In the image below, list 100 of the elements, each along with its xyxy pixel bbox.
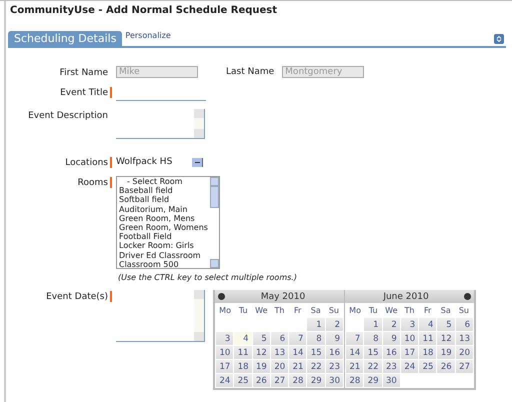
calendar-day[interactable]: 4	[419, 318, 436, 331]
tab[interactable]: Personalize	[122, 31, 174, 46]
weekday-label: Mo	[348, 306, 362, 315]
field-label: Last Name	[226, 67, 274, 77]
calendar-day[interactable]: 5	[252, 332, 270, 345]
weekday-label: Fr	[292, 306, 302, 315]
field-label: Locations	[64, 157, 108, 168]
list-option[interactable]: Football Field	[119, 232, 208, 242]
calendar-day[interactable]: 27	[456, 360, 473, 373]
window-title: CommunityUse - Add Normal Schedule Request	[10, 5, 278, 16]
dropdown-icon[interactable]	[192, 158, 204, 166]
calendar-day[interactable]: 1	[364, 318, 382, 331]
calendar-day[interactable]: 18	[419, 346, 436, 359]
list-option[interactable]: Auditorium, Main	[119, 204, 208, 214]
calendar-day[interactable]: 3	[216, 332, 234, 345]
calendar-day[interactable]: 22	[307, 360, 325, 373]
calendar-day[interactable]: 1	[307, 318, 325, 331]
calendar-day[interactable]: 10	[216, 346, 234, 359]
scroll-thumb[interactable]	[210, 186, 219, 208]
calendar-day[interactable]: 14	[289, 346, 306, 359]
next-month-icon[interactable]	[464, 293, 471, 300]
location-select[interactable]: Wolfpack HS	[116, 156, 506, 167]
tab[interactable]: Scheduling Details	[8, 31, 122, 46]
calendar-day[interactable]: 17	[216, 360, 234, 373]
list-option[interactable]: Classroom 500	[119, 260, 208, 268]
calendar-day[interactable]: 30	[326, 374, 343, 387]
weekday-label: Su	[328, 306, 340, 315]
calendar-day[interactable]: 11	[234, 346, 252, 359]
calendar-day[interactable]: 2	[326, 318, 343, 331]
month-title: June 2010	[382, 292, 430, 302]
field-label: Event Title	[59, 87, 108, 98]
calendar-day[interactable]: 7	[289, 332, 306, 345]
list-option[interactable]: Driver Ed Classroom	[119, 250, 208, 260]
calendar-day[interactable]: 21	[346, 360, 364, 373]
calendar-day[interactable]: 13	[456, 332, 473, 345]
weekday-label: Mo	[218, 306, 232, 315]
calendar-day[interactable]: 8	[307, 332, 325, 345]
calendar-day[interactable]: 19	[252, 360, 270, 373]
calendar-day[interactable]: 16	[382, 346, 400, 359]
weekday-label: Fr	[422, 306, 432, 315]
field-label: Event Date(s)	[45, 291, 108, 302]
calendar-day[interactable]: 30	[382, 374, 400, 387]
calendar-day[interactable]: 14	[346, 346, 364, 359]
weekday-label: Th	[274, 306, 286, 315]
calendar-day[interactable]: 22	[364, 360, 382, 373]
calendar-day[interactable]: 23	[326, 360, 343, 373]
scroll-up-icon[interactable]	[210, 177, 219, 186]
calendar-day[interactable]: 27	[270, 374, 288, 387]
calendar-day[interactable]: 16	[326, 346, 343, 359]
calendar-day[interactable]: 29	[307, 374, 325, 387]
field-label: Rooms	[76, 177, 108, 188]
list-option[interactable]: Baseball field	[119, 186, 208, 196]
calendar-day[interactable]: 2	[382, 318, 400, 331]
calendar-day[interactable]: 9	[326, 332, 343, 345]
calendar-day[interactable]: 8	[364, 332, 382, 345]
list-option[interactable]: Locker Room: Girls	[119, 241, 208, 251]
field-label: First Name	[58, 67, 108, 78]
calendar-day[interactable]: 26	[252, 374, 270, 387]
calendar-day[interactable]: 4	[234, 332, 252, 345]
calendar-day[interactable]: 7	[346, 332, 364, 345]
calendar-day[interactable]: 29	[364, 374, 382, 387]
scroll-down-icon[interactable]	[210, 259, 219, 268]
weekday-label: Sa	[310, 306, 322, 315]
calendar-day[interactable]: 5	[437, 318, 455, 331]
calendar-day[interactable]: 28	[289, 374, 306, 387]
calendar-day[interactable]: 25	[419, 360, 436, 373]
list-option[interactable]: Softball field	[119, 195, 208, 205]
calendar-day[interactable]: 13	[270, 346, 288, 359]
calendar-day[interactable]: 24	[400, 360, 418, 373]
list-option[interactable]: - Select Room	[119, 177, 208, 186]
calendar-day[interactable]: 17	[400, 346, 418, 359]
list-option[interactable]: Green Room, Womens	[119, 223, 208, 232]
list-option[interactable]: Green Room, Mens	[119, 214, 208, 224]
hint-text: (Use the CTRL key to select multiple rooms.)	[117, 273, 298, 282]
calendar-day[interactable]: 24	[216, 374, 234, 387]
calendar-day[interactable]: 9	[382, 332, 400, 345]
calendar-day[interactable]: 15	[364, 346, 382, 359]
weekday-label: Tu	[238, 306, 249, 315]
calendar-day[interactable]: 15	[307, 346, 325, 359]
collapse-icon[interactable]	[494, 34, 504, 44]
calendar-day[interactable]: 20	[456, 346, 473, 359]
month-title: May 2010	[260, 292, 306, 302]
room-list[interactable]: - Select Room Baseball field Softball field Auditorium, Main Green Room, Mens Green Room, Womens Football Field Locker Room: Girls Driver Ed Classroom Classroom 500	[116, 176, 220, 269]
calendar-day[interactable]: 21	[289, 360, 306, 373]
calendar-day[interactable]: 10	[400, 332, 418, 345]
weekday-label: Th	[404, 306, 416, 315]
calendar-day[interactable]: 25	[234, 374, 252, 387]
calendar-day[interactable]: 12	[252, 346, 270, 359]
calendar-day[interactable]: 19	[437, 346, 455, 359]
calendar-day[interactable]: 23	[382, 360, 400, 373]
calendar-day[interactable]: 6	[456, 318, 473, 331]
calendar-day[interactable]: 18	[234, 360, 252, 373]
calendar-day[interactable]: 26	[437, 360, 455, 373]
calendar-day[interactable]: 6	[270, 332, 288, 345]
calendar-day[interactable]: 28	[346, 374, 364, 387]
calendar-day[interactable]: 11	[419, 332, 436, 345]
calendar-day[interactable]: 20	[270, 360, 288, 373]
calendar-day[interactable]: 3	[400, 318, 418, 331]
previous-month-icon[interactable]	[218, 293, 225, 300]
calendar-day[interactable]: 12	[437, 332, 455, 345]
